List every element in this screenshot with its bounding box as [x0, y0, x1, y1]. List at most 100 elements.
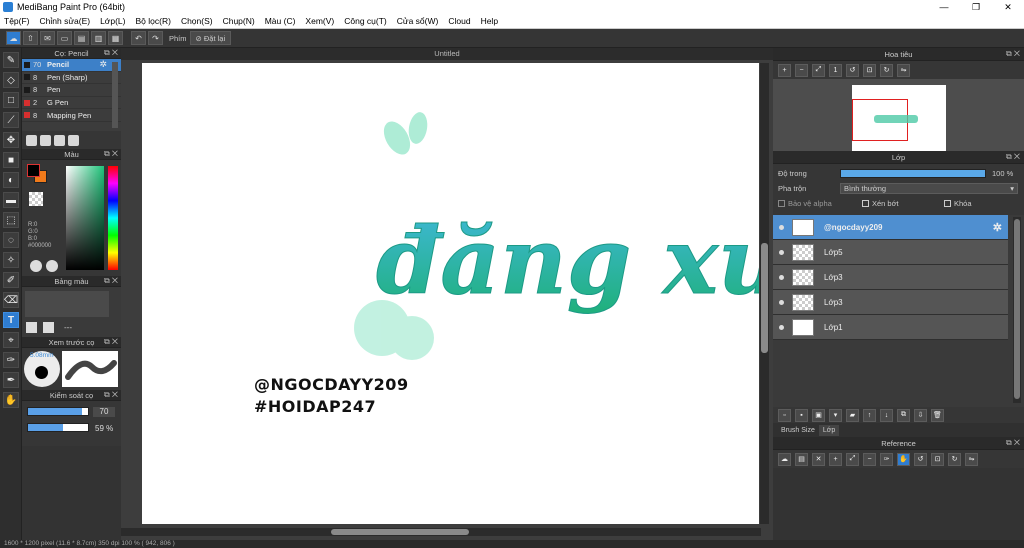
panel-controls-icon[interactable]: ⧉ ✕: [104, 390, 118, 400]
vertical-scrollbar[interactable]: [760, 63, 769, 524]
brush-opacity-slider[interactable]: [27, 423, 89, 432]
rotate-right-icon[interactable]: ↻: [880, 63, 893, 77]
protect-alpha-checkbox[interactable]: Bảo vệ alpha: [778, 199, 862, 208]
duplicate-layer-icon[interactable]: ⧉: [897, 408, 910, 422]
visibility-icon[interactable]: [779, 224, 784, 230]
gear-icon[interactable]: ✲: [993, 221, 1002, 234]
menu-capture[interactable]: Chụp(N): [223, 16, 255, 26]
open-file-icon[interactable]: ▤: [795, 452, 808, 466]
gradient-tool-icon[interactable]: ▬: [3, 192, 19, 208]
move-tool-icon[interactable]: ✥: [3, 132, 19, 148]
new-1bit-layer-icon[interactable]: ▣: [812, 408, 825, 422]
fill-rect-tool-icon[interactable]: ■: [3, 152, 19, 168]
pen-line-tool-icon[interactable]: ⟋: [3, 112, 19, 128]
color-options-icon[interactable]: [30, 260, 42, 272]
menu-cloud[interactable]: Cloud: [448, 16, 470, 26]
share-icon[interactable]: ⇧: [23, 31, 38, 45]
merge-layer-icon[interactable]: ⇩: [914, 408, 927, 422]
new-layer-icon[interactable]: ▫: [778, 408, 791, 422]
brush-item[interactable]: 8 Mapping Pen: [22, 109, 121, 122]
comment-icon[interactable]: ✉: [40, 31, 55, 45]
shape-tool-icon[interactable]: □: [3, 92, 19, 108]
layer-scroll-thumb[interactable]: [1014, 219, 1020, 399]
brush-item[interactable]: 8 Pen (Sharp): [22, 72, 121, 85]
select-eraser-tool-icon[interactable]: ⌫: [3, 292, 19, 308]
flip-icon[interactable]: ⇋: [897, 63, 910, 77]
menu-file[interactable]: Tệp(F): [4, 16, 30, 26]
close-reference-icon[interactable]: ✕: [812, 452, 825, 466]
layer-row[interactable]: Lớp1: [773, 315, 1008, 340]
eraser-tool-icon[interactable]: ◇: [3, 72, 19, 88]
eyedropper-tool-icon[interactable]: ✑: [3, 352, 19, 368]
horizontal-scroll-thumb[interactable]: [331, 529, 469, 535]
move-down-icon[interactable]: ↓: [880, 408, 893, 422]
menu-view[interactable]: Xem(V): [305, 16, 334, 26]
foreground-color-swatch[interactable]: [27, 164, 40, 177]
lock-checkbox[interactable]: Khóa: [944, 199, 972, 208]
minimize-button[interactable]: —: [928, 0, 960, 14]
saturation-value-picker[interactable]: [66, 166, 104, 270]
document-tab[interactable]: Untitled: [121, 48, 773, 60]
hue-slider[interactable]: [108, 166, 118, 270]
page-icon[interactable]: ▥: [91, 31, 106, 45]
visibility-icon[interactable]: [779, 274, 784, 280]
brush-menu-icon[interactable]: [54, 134, 65, 146]
lasso-tool-icon[interactable]: ◌: [3, 232, 19, 248]
chat-icon[interactable]: ▭: [57, 31, 72, 45]
add-cloud-brush-icon[interactable]: [26, 134, 37, 146]
zoom-in-icon[interactable]: +: [778, 63, 791, 77]
panel-controls-icon[interactable]: ⧉ ✕: [104, 276, 118, 286]
gear-icon[interactable]: ✲: [99, 59, 107, 70]
new-halftone-layer-icon[interactable]: ▪: [795, 408, 808, 422]
hand-icon[interactable]: ✋: [897, 452, 910, 466]
delete-palette-icon[interactable]: [43, 322, 54, 333]
fit-icon[interactable]: ⤢: [812, 63, 825, 77]
select-pen-tool-icon[interactable]: ✐: [3, 272, 19, 288]
layer-row[interactable]: Lớp5: [773, 240, 1008, 265]
brush-tool-icon[interactable]: ✎: [3, 52, 19, 68]
redo-icon[interactable]: ↷: [148, 31, 163, 45]
operation-tool-icon[interactable]: ⌖: [3, 332, 19, 348]
menu-window[interactable]: Cửa sổ(W): [397, 16, 439, 26]
menu-select[interactable]: Chọn(S): [181, 16, 213, 26]
menu-color[interactable]: Màu (C): [265, 16, 296, 26]
undo-icon[interactable]: ↶: [131, 31, 146, 45]
transparent-color-swatch[interactable]: [29, 192, 43, 206]
blend-select[interactable]: Bình thường ▾: [840, 182, 1018, 194]
visibility-icon[interactable]: [779, 249, 784, 255]
brush-item[interactable]: 8 Pen: [22, 84, 121, 97]
new-brush-icon[interactable]: [40, 134, 51, 146]
pen-tool-icon[interactable]: ✒: [3, 372, 19, 388]
opacity-slider[interactable]: [840, 168, 986, 178]
close-button[interactable]: ✕: [992, 0, 1024, 14]
panel-controls-icon[interactable]: ⧉ ✕: [104, 48, 118, 58]
magic-wand-tool-icon[interactable]: ✧: [3, 252, 19, 268]
reset-view-icon[interactable]: ⊡: [863, 63, 876, 77]
panel-controls-icon[interactable]: ⧉ ✕: [1006, 438, 1020, 448]
reset-button[interactable]: ⊘ Đặt lại: [189, 31, 232, 45]
panel-controls-icon[interactable]: ⧉ ✕: [1006, 152, 1020, 162]
panel-controls-icon[interactable]: ⧉ ✕: [104, 149, 118, 159]
maximize-button[interactable]: ❐: [960, 0, 992, 14]
zoom-out-icon[interactable]: −: [795, 63, 808, 77]
brush-size-value[interactable]: 70: [93, 407, 115, 417]
visibility-icon[interactable]: [779, 299, 784, 305]
delete-layer-icon[interactable]: 🗑: [931, 408, 944, 422]
reset-view-icon[interactable]: ⊡: [931, 452, 944, 466]
new-folder-icon[interactable]: ▰: [846, 408, 859, 422]
tab-layer[interactable]: Lớp: [818, 424, 840, 436]
brush-list-scrollbar[interactable]: [112, 62, 118, 128]
brush-size-slider[interactable]: [27, 407, 89, 416]
tab-brush-size[interactable]: Brush Size: [777, 425, 819, 436]
actual-size-icon[interactable]: 1: [829, 63, 842, 77]
layer-row[interactable]: Lớp3: [773, 265, 1008, 290]
vertical-scroll-thumb[interactable]: [761, 243, 768, 353]
hand-tool-icon[interactable]: ✋: [3, 392, 19, 408]
rotate-left-icon[interactable]: ↺: [914, 452, 927, 466]
color-wheel-icon[interactable]: [46, 260, 58, 272]
brush-item[interactable]: 70 Pencil ✲: [22, 59, 121, 72]
text-tool-icon[interactable]: T: [3, 312, 19, 328]
zoom-in-icon[interactable]: +: [829, 452, 842, 466]
cloud-icon[interactable]: ☁: [6, 31, 21, 45]
eyedropper-icon[interactable]: ✑: [880, 452, 893, 466]
